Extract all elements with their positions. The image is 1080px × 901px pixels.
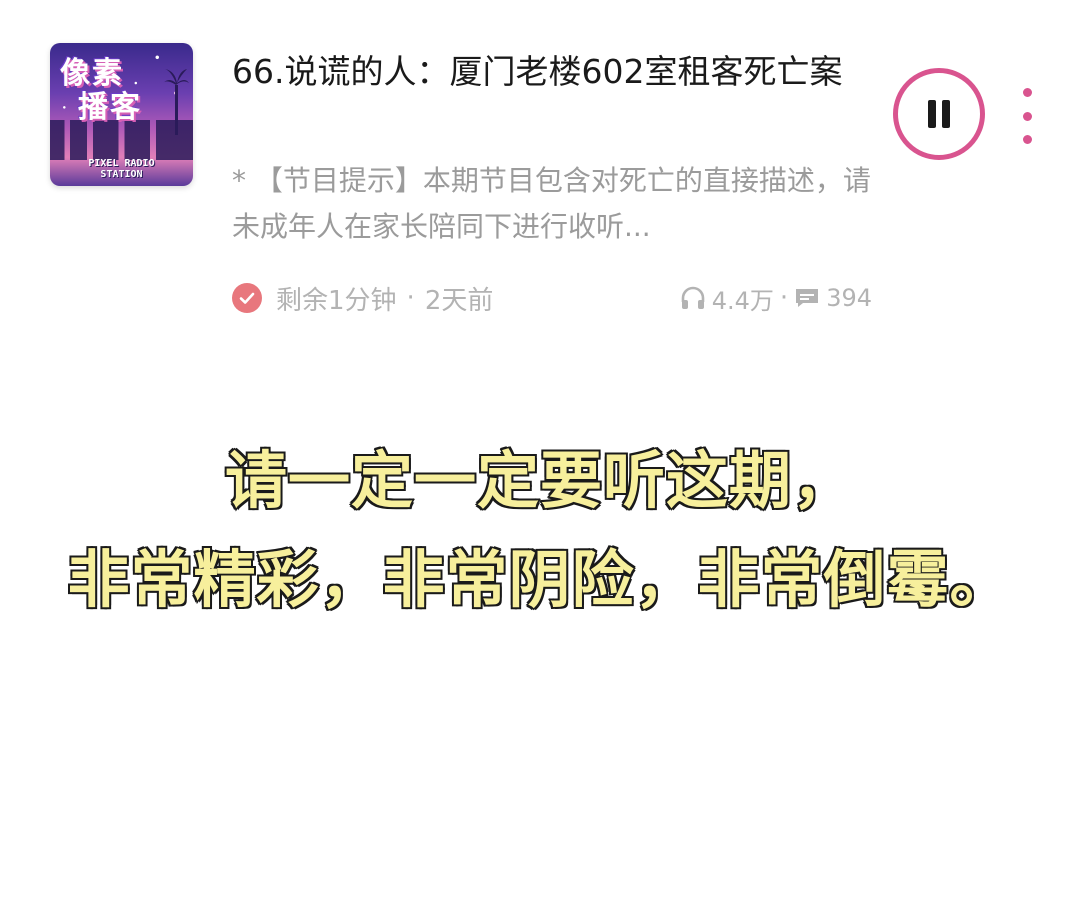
more-vertical-icon-dot xyxy=(1022,135,1032,144)
episode-meta-row: 剩余1分钟 · 2天前 4.4万 · 394 xyxy=(232,278,872,318)
cover-subtitle-line-1: PIXEL RADIO xyxy=(88,158,155,169)
play-count: 4.4万 xyxy=(711,286,774,315)
comment-count-stat[interactable]: 394 xyxy=(794,284,872,312)
meta-separator: · xyxy=(406,283,415,313)
more-vertical-icon-dot xyxy=(1022,111,1032,121)
more-vertical-icon xyxy=(1022,88,1032,97)
podcast-cover-art[interactable]: 像素 播客 PIXEL RADIO STATION xyxy=(50,43,193,186)
published-time: 2天前 xyxy=(424,285,494,316)
caption-line-1: 请一定一定要听这期， xyxy=(223,444,855,517)
cover-title-line-2: 播客 xyxy=(78,90,142,125)
remaining-time: 剩余1分钟 xyxy=(276,285,397,316)
headphones-icon xyxy=(681,286,705,309)
pause-button[interactable] xyxy=(893,68,985,160)
pause-icon xyxy=(928,100,950,128)
comment-count: 394 xyxy=(826,284,872,312)
cover-title-line-1: 像素 xyxy=(60,56,124,91)
episode-card[interactable]: 像素 播客 PIXEL RADIO STATION 66.说谎的人：厦门老楼60… xyxy=(0,0,1080,340)
more-options-button[interactable] xyxy=(1010,88,1044,144)
episode-description[interactable]: * 【节目提示】本期节目包含对死亡的直接描述，请未成年人在家长陪同下进行收听..… xyxy=(232,158,872,250)
check-circle-icon xyxy=(232,283,262,313)
episode-title[interactable]: 66.说谎的人：厦门老楼602室租客死亡案 xyxy=(232,50,882,94)
play-count-stat: 4.4万 xyxy=(680,281,774,316)
caption-line-2: 非常精彩，非常阴险，非常倒霉。 xyxy=(66,543,1013,616)
comment-icon xyxy=(796,289,819,307)
stat-separator: · xyxy=(779,283,789,313)
cover-subtitle-line-2: STATION xyxy=(100,169,143,180)
cover-title: 像素 播客 xyxy=(60,57,185,125)
cover-subtitle: PIXEL RADIO STATION xyxy=(50,158,193,180)
